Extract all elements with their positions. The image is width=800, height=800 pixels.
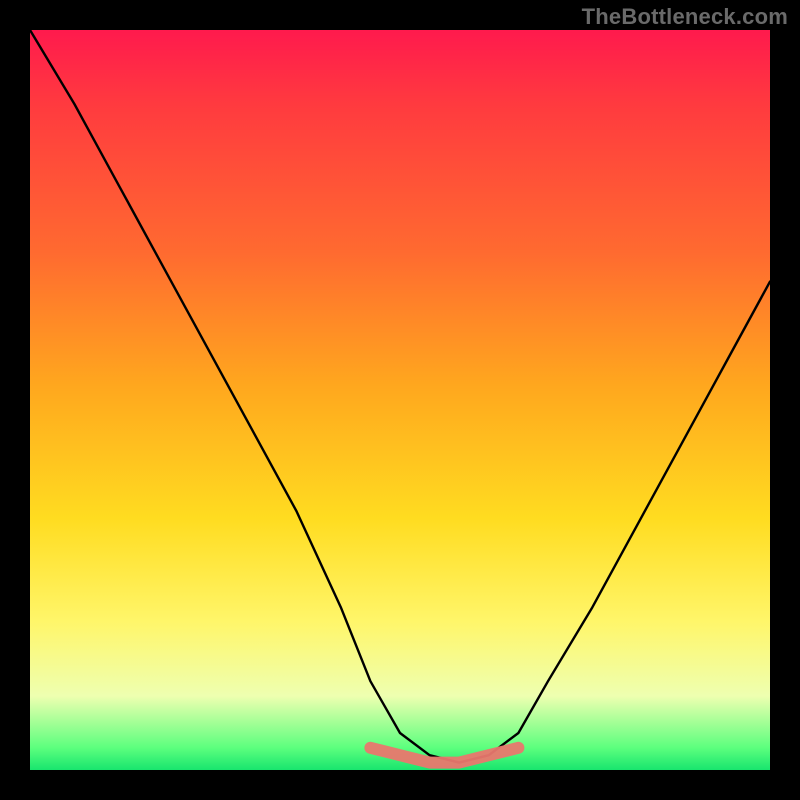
plot-area [30,30,770,770]
curve-layer [30,30,770,770]
watermark-text: TheBottleneck.com [582,4,788,30]
flat-bottom-highlight [370,748,518,763]
chart-frame: TheBottleneck.com [0,0,800,800]
bottleneck-curve [30,30,770,763]
